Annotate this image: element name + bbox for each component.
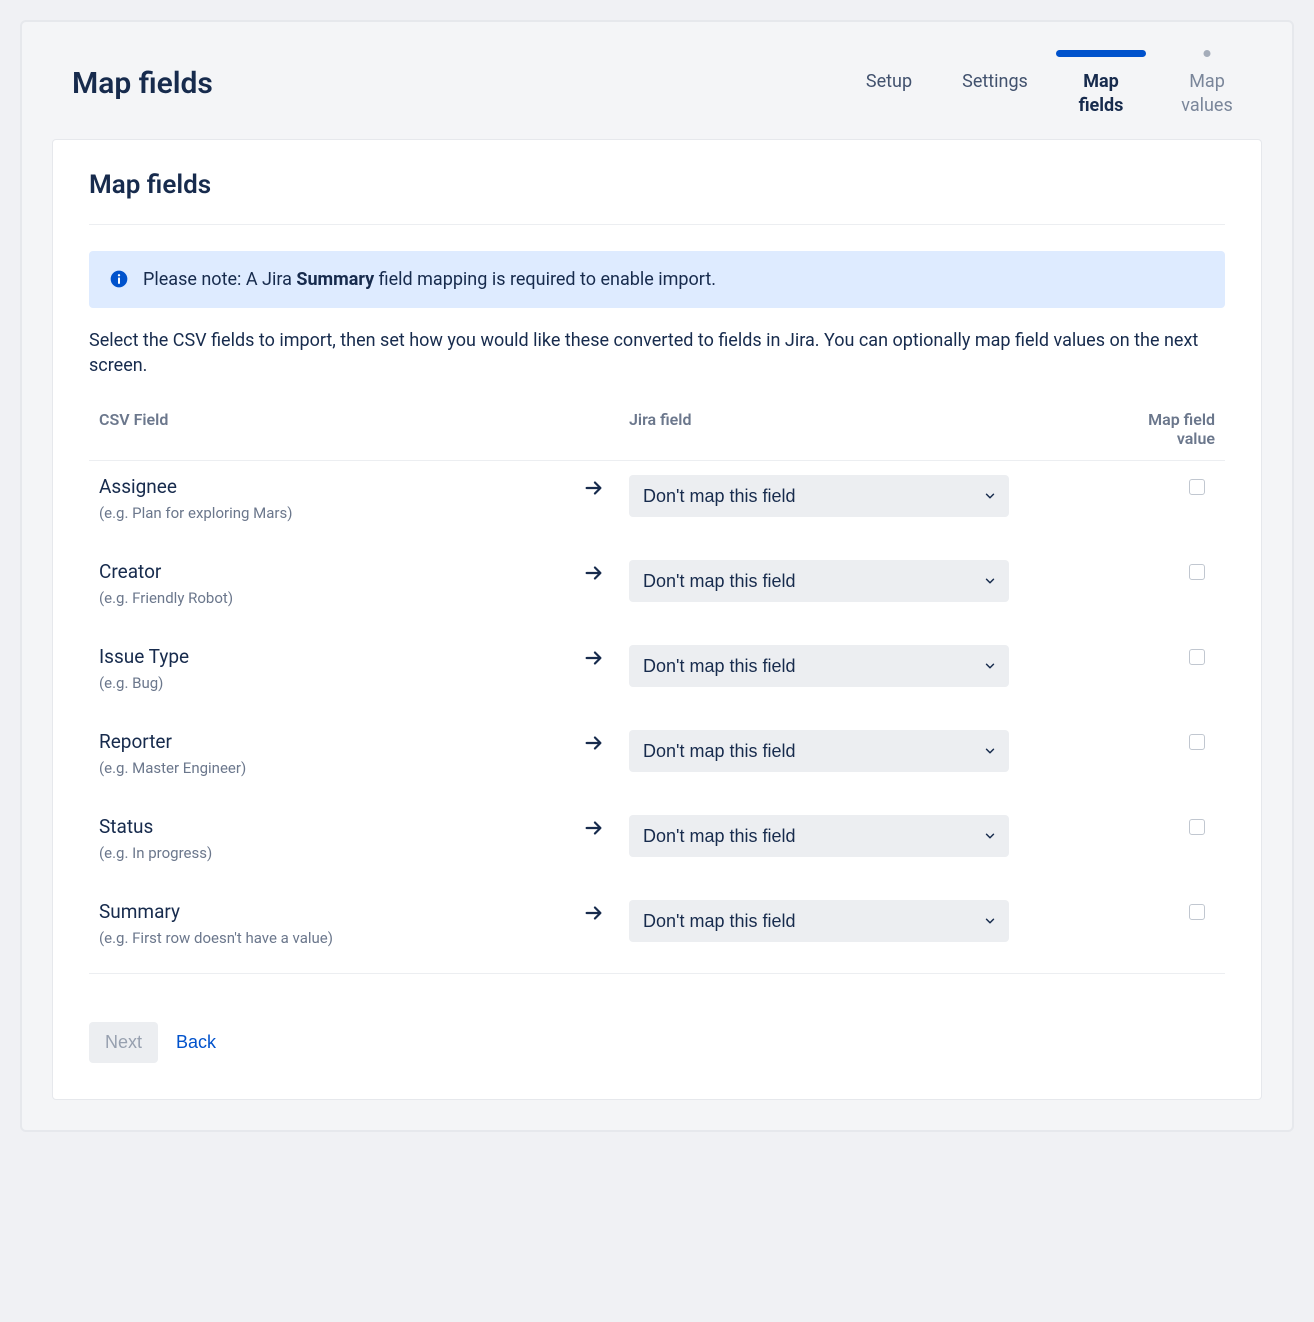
table-row: Assignee (e.g. Plan for exploring Mars) … (89, 460, 1225, 546)
map-value-checkbox[interactable] (1189, 564, 1205, 580)
csv-field-name: Status (99, 815, 559, 838)
jira-field-select[interactable]: Don't map this field (629, 475, 1009, 517)
arrow-right-icon (583, 647, 605, 669)
jira-field-select[interactable]: Don't map this field (629, 900, 1009, 942)
step-settings[interactable]: Settings (960, 50, 1030, 119)
table-row: Reporter (e.g. Master Engineer) Don't ma… (89, 716, 1225, 801)
csv-field-example: (e.g. Bug) (99, 674, 559, 692)
banner-prefix: Please note: A Jira (143, 269, 296, 290)
csv-field-example: (e.g. Plan for exploring Mars) (99, 504, 559, 522)
map-value-checkbox[interactable] (1189, 904, 1205, 920)
panel-title: Map fields (89, 170, 1225, 225)
map-value-checkbox[interactable] (1189, 479, 1205, 495)
step-map-values[interactable]: Mapvalues (1172, 50, 1242, 119)
step-label: Mapfields (1079, 71, 1124, 116)
table-row: Status (e.g. In progress) Don't map this… (89, 801, 1225, 886)
csv-field-example: (e.g. Friendly Robot) (99, 589, 559, 607)
csv-field-name: Assignee (99, 475, 559, 498)
wizard-header: Map fields Setup Settings Mapfields Mapv… (22, 22, 1292, 139)
table-row: Summary (e.g. First row doesn't have a v… (89, 886, 1225, 974)
banner-suffix: field mapping is required to enable impo… (374, 269, 716, 290)
jira-field-select[interactable]: Don't map this field (629, 645, 1009, 687)
wizard-container: Map fields Setup Settings Mapfields Mapv… (20, 20, 1294, 1132)
map-value-checkbox[interactable] (1189, 734, 1205, 750)
next-button[interactable]: Next (89, 1022, 158, 1063)
arrow-right-icon (583, 902, 605, 924)
jira-field-select[interactable]: Don't map this field (629, 730, 1009, 772)
info-banner: Please note: A Jira Summary field mappin… (89, 251, 1225, 308)
banner-bold: Summary (296, 269, 374, 290)
header-jira-field: Jira field (619, 398, 1105, 461)
field-mapping-table: CSV Field Jira field Map field value Ass… (89, 398, 1225, 974)
header-csv-field: CSV Field (89, 398, 569, 461)
csv-field-example: (e.g. Master Engineer) (99, 759, 559, 777)
page-title: Map fields (72, 50, 213, 101)
step-label: Mapvalues (1181, 71, 1233, 116)
csv-field-example: (e.g. First row doesn't have a value) (99, 929, 559, 947)
csv-field-name: Summary (99, 900, 559, 923)
arrow-right-icon (583, 817, 605, 839)
panel-description: Select the CSV fields to import, then se… (89, 328, 1225, 378)
table-row: Issue Type (e.g. Bug) Don't map this fie… (89, 631, 1225, 716)
back-button[interactable]: Back (176, 1032, 216, 1053)
jira-field-select[interactable]: Don't map this field (629, 560, 1009, 602)
csv-field-name: Creator (99, 560, 559, 583)
map-value-checkbox[interactable] (1189, 819, 1205, 835)
csv-field-name: Issue Type (99, 645, 559, 668)
step-setup[interactable]: Setup (854, 50, 924, 119)
banner-text: Please note: A Jira Summary field mappin… (143, 269, 716, 290)
info-icon (109, 269, 129, 289)
csv-field-name: Reporter (99, 730, 559, 753)
arrow-right-icon (583, 732, 605, 754)
map-value-checkbox[interactable] (1189, 649, 1205, 665)
header-map-value: Map field value (1105, 398, 1225, 461)
arrow-right-icon (583, 562, 605, 584)
header-arrow (569, 398, 619, 461)
csv-field-example: (e.g. In progress) (99, 844, 559, 862)
wizard-actions: Next Back (89, 1022, 1225, 1063)
table-row: Creator (e.g. Friendly Robot) Don't map … (89, 546, 1225, 631)
step-map-fields[interactable]: Mapfields (1066, 50, 1136, 119)
arrow-right-icon (583, 477, 605, 499)
main-panel: Map fields Please note: A Jira Summary f… (52, 139, 1262, 1100)
wizard-steps: Setup Settings Mapfields Mapvalues (854, 50, 1242, 119)
jira-field-select[interactable]: Don't map this field (629, 815, 1009, 857)
